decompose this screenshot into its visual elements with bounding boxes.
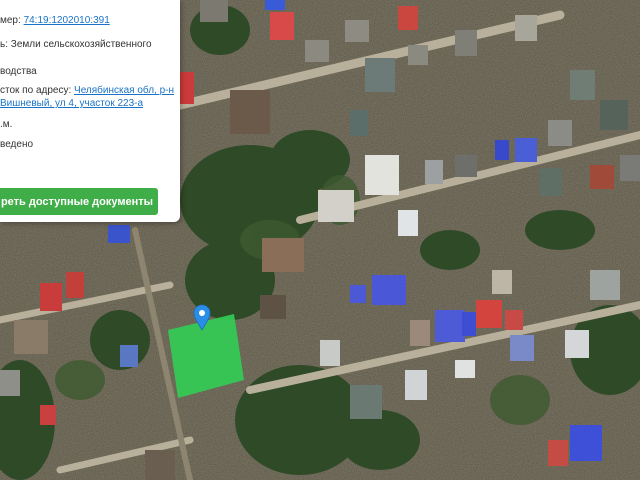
area-value: .м. <box>0 119 13 130</box>
plot-info-card: мер: 74:19:1202010:391 ь: Земли сельскох… <box>0 0 180 222</box>
use-row: водства <box>0 65 37 78</box>
address-row-2: Вишневый, ул 4, участок 223-а <box>0 97 143 110</box>
category-label: ь: <box>0 39 8 50</box>
view-documents-button[interactable]: реть доступные документы <box>0 188 158 215</box>
status-value: ведено <box>0 139 34 150</box>
address-row: сток по адресу: Челябинская обл, р-н <box>0 84 174 97</box>
area-row: .м. <box>0 118 12 131</box>
cadastral-row: мер: 74:19:1202010:391 <box>0 14 110 27</box>
status-row: ведено <box>0 138 33 151</box>
address-label: сток по адресу: <box>0 85 72 96</box>
category-row: ь: Земли сельскохозяйственного <box>0 38 152 51</box>
address-link-line1[interactable]: Челябинская обл, р-н <box>74 85 174 96</box>
cadastral-label: мер: <box>0 15 21 26</box>
address-link-line2[interactable]: Вишневый, ул 4, участок 223-а <box>0 98 143 109</box>
use-value: водства <box>0 66 37 77</box>
category-value: Земли сельскохозяйственного <box>10 39 152 50</box>
cadastral-number-link[interactable]: 74:19:1202010:391 <box>24 15 110 26</box>
